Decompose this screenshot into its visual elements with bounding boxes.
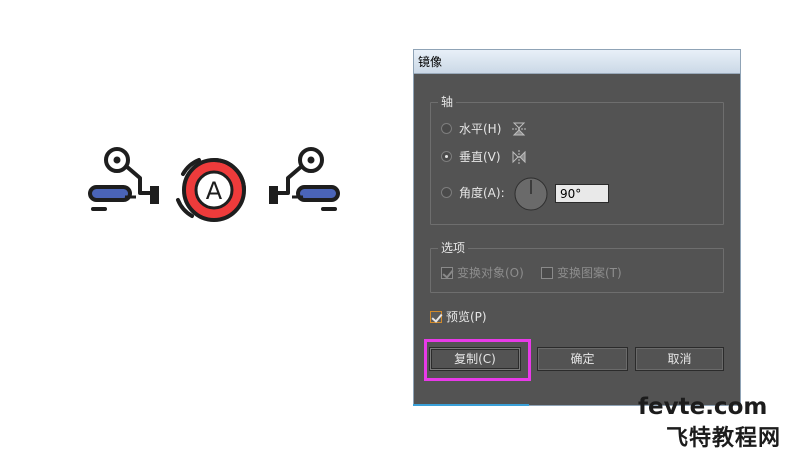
horizontal-radio[interactable]	[441, 123, 452, 134]
angle-label: 角度(A):	[459, 186, 505, 200]
options-group-title: 选项	[438, 240, 469, 256]
vertical-option[interactable]: 垂直(V)	[441, 148, 527, 165]
ok-button[interactable]: 确定	[537, 347, 628, 371]
watermark-domain: fevte.com	[638, 394, 768, 420]
angle-option[interactable]: 角度(A):	[441, 184, 505, 201]
preview-checkbox[interactable]	[430, 310, 442, 323]
transform-objects-checkbox[interactable]	[441, 266, 453, 279]
dialog-bottom-accent	[413, 404, 529, 406]
dialog-title-bar[interactable]: 镜像	[414, 50, 740, 74]
preview-label: 预览(P)	[446, 310, 487, 324]
transform-patterns-label: 变换图案(T)	[557, 266, 622, 280]
center-badge-icon: A	[176, 158, 246, 222]
cancel-button[interactable]: 取消	[635, 347, 724, 371]
angle-dial[interactable]	[514, 177, 548, 211]
axis-group-title: 轴	[438, 94, 457, 110]
vertical-mirror-icon	[512, 149, 526, 164]
options-group: 选项 变换对象(O) 变换图案(T)	[430, 240, 724, 293]
transform-objects-label: 变换对象(O)	[457, 266, 524, 280]
badge-letter: A	[206, 177, 223, 205]
dialog-title: 镜像	[418, 55, 443, 69]
angle-input[interactable]	[555, 184, 609, 203]
horizontal-mirror-icon	[512, 122, 527, 135]
angle-radio[interactable]	[441, 187, 452, 198]
axis-group: 轴 水平(H) 垂直(V) 角度(A):	[430, 94, 724, 225]
watermark-chinese: 飞特教程网	[666, 426, 782, 451]
mirror-illustration: A	[88, 147, 340, 222]
horizontal-option[interactable]: 水平(H)	[441, 120, 527, 137]
transform-patterns-option[interactable]: 变换图案(T)	[541, 264, 622, 281]
left-robot-arm-icon	[88, 147, 159, 211]
transform-objects-option[interactable]: 变换对象(O)	[441, 264, 524, 281]
vertical-label: 垂直(V)	[459, 150, 501, 164]
copy-button-highlight	[424, 339, 531, 381]
right-robot-arm-icon	[269, 147, 340, 211]
horizontal-label: 水平(H)	[459, 122, 502, 136]
vertical-radio[interactable]	[441, 151, 452, 162]
preview-option[interactable]: 预览(P)	[430, 308, 487, 325]
transform-patterns-checkbox[interactable]	[541, 266, 553, 279]
